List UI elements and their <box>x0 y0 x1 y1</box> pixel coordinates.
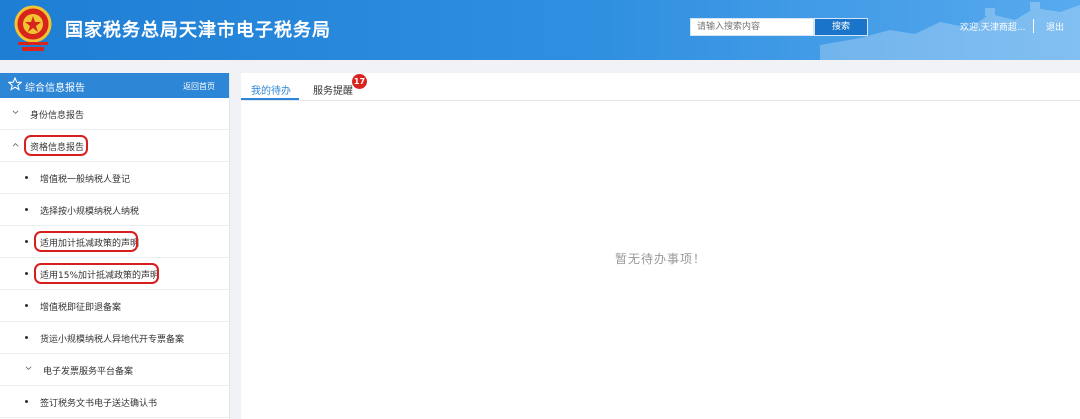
sidebar-item-small-scale[interactable]: 选择按小规模纳税人纳税 <box>0 194 229 226</box>
chevron-down-icon <box>25 366 32 370</box>
bullet-icon <box>25 336 28 339</box>
welcome-text: 欢迎,天津商超... <box>960 23 1026 33</box>
highlight-circle <box>34 263 159 284</box>
sidebar-title: 综合信息报告 <box>25 83 85 94</box>
sidebar: 综合信息报告 返回首页 身份信息报告 资格信息报告 增值税一般纳税人登记 选择按… <box>0 73 230 419</box>
back-home-link[interactable]: 返回首页 <box>183 81 215 92</box>
sidebar-item-general-taxpayer[interactable]: 增值税一般纳税人登记 <box>0 162 229 194</box>
sidebar-item-label: 选择按小规模纳税人纳税 <box>40 207 140 217</box>
highlight-circle <box>24 135 88 156</box>
sidebar-item-einvoice-platform[interactable]: 电子发票服务平台备案 <box>0 354 229 386</box>
top-header: 国家税务总局天津市电子税务局 搜索 欢迎,天津商超... 退出 <box>0 0 1080 60</box>
tab-service-reminder[interactable]: 服务提醒 <box>313 82 353 97</box>
sidebar-item-label: 签订税务文书电子送达确认书 <box>40 399 158 409</box>
sidebar-header: 综合信息报告 返回首页 <box>0 73 229 98</box>
bullet-icon <box>25 400 28 403</box>
bullet-icon <box>25 304 28 307</box>
sidebar-item-identity-report[interactable]: 身份信息报告 <box>0 98 229 130</box>
bullet-icon <box>25 208 28 211</box>
tab-my-todo[interactable]: 我的待办 <box>251 82 291 97</box>
empty-state-message: 暂无待办事项！ <box>614 252 706 266</box>
chevron-up-icon <box>12 143 19 147</box>
sidebar-item-freight-invoice[interactable]: 货运小规模纳税人异地代开专票备案 <box>0 322 229 354</box>
sidebar-item-label: 增值税一般纳税人登记 <box>40 175 131 185</box>
sidebar-item-instant-refund[interactable]: 增值税即征即退备案 <box>0 290 229 322</box>
notification-badge: 17 <box>352 74 367 89</box>
main-panel: 我的待办 服务提醒 17 暂无待办事项！ <box>241 73 1080 419</box>
logout-link[interactable]: 退出 <box>1046 20 1064 33</box>
sidebar-item-qualification-report[interactable]: 资格信息报告 <box>0 130 229 162</box>
tax-emblem-icon <box>14 5 52 51</box>
bullet-icon <box>25 272 28 275</box>
bullet-icon <box>25 176 28 179</box>
sidebar-item-deduction-declaration[interactable]: 适用加计抵减政策的声明 <box>0 226 229 258</box>
tab-bar: 我的待办 服务提醒 17 <box>241 73 1080 101</box>
chevron-down-icon <box>12 110 19 114</box>
highlight-circle <box>34 231 138 252</box>
search-input[interactable] <box>690 18 814 36</box>
sidebar-item-label: 增值税即征即退备案 <box>40 303 122 313</box>
sidebar-item-label: 身份信息报告 <box>30 111 85 121</box>
header-divider <box>1033 19 1034 33</box>
sidebar-item-label: 电子发票服务平台备案 <box>43 367 134 377</box>
site-title: 国家税务总局天津市电子税务局 <box>65 20 331 41</box>
sidebar-item-e-delivery-confirmation[interactable]: 签订税务文书电子送达确认书 <box>0 386 229 418</box>
sidebar-item-label: 货运小规模纳税人异地代开专票备案 <box>40 335 185 345</box>
search-button[interactable]: 搜索 <box>814 18 868 36</box>
active-tab-indicator <box>241 98 299 100</box>
sidebar-item-15pct-deduction-declaration[interactable]: 适用15%加计抵减政策的声明 <box>0 258 229 290</box>
star-icon[interactable] <box>8 77 22 91</box>
bullet-icon <box>25 240 28 243</box>
